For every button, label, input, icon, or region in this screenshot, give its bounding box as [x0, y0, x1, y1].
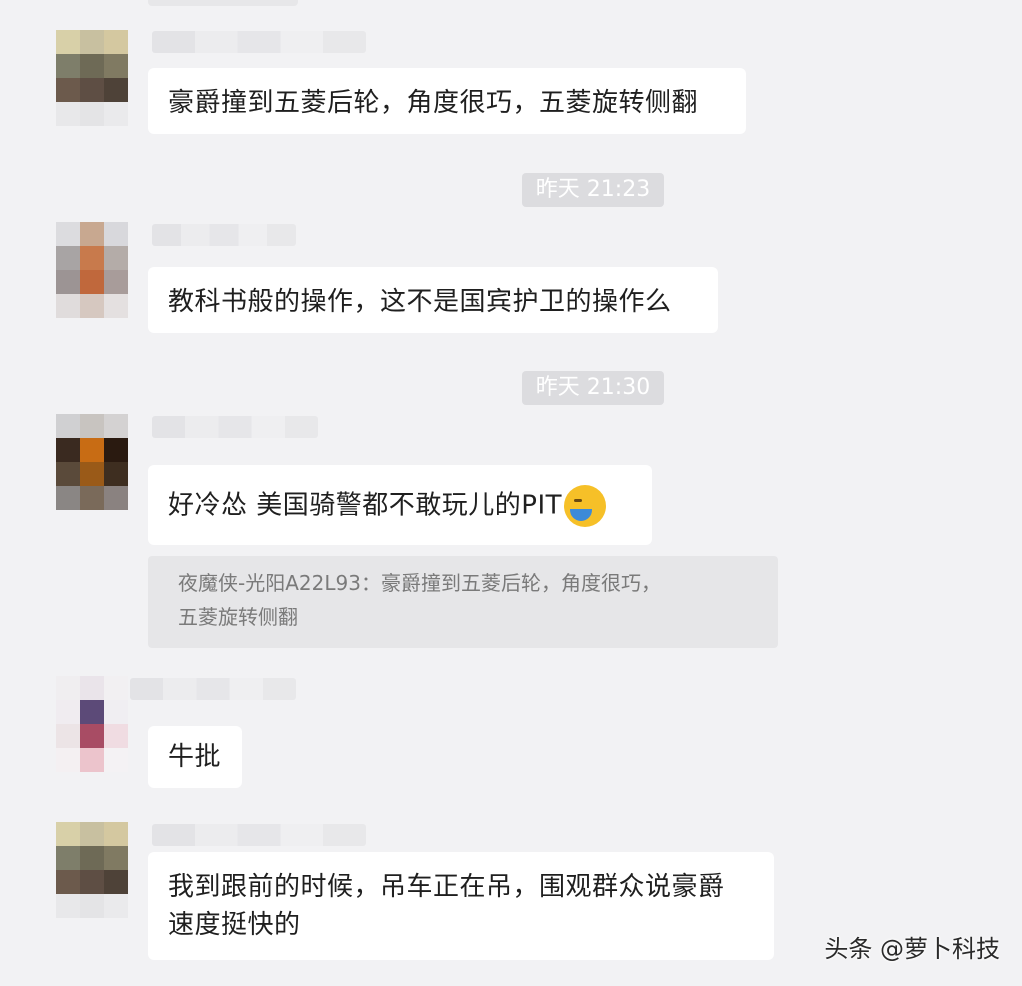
avatar[interactable]	[56, 822, 128, 918]
avatar[interactable]	[56, 414, 128, 510]
quote-line: 夜魔侠-光阳A22L93：豪爵撞到五菱后轮，角度很巧，	[178, 571, 661, 595]
message-bubble[interactable]: 教科书般的操作，这不是国宾护卫的操作么	[148, 267, 718, 333]
sender-name	[152, 824, 366, 846]
crying-laughing-emoji-icon	[564, 485, 606, 527]
quoted-message[interactable]: 夜魔侠-光阳A22L93：豪爵撞到五菱后轮，角度很巧， 五菱旋转侧翻	[148, 556, 778, 648]
avatar[interactable]	[56, 30, 128, 126]
watermark: 头条 @萝卜科技	[824, 935, 1000, 963]
quote-line: 五菱旋转侧翻	[178, 605, 298, 629]
message-text: 好冷怂 美国骑警都不敢玩儿的PIT	[168, 490, 562, 521]
message-text: 我到跟前的时候，吊车正在吊，围观群众说豪爵	[168, 872, 725, 902]
timestamp: 昨天 21:30	[522, 371, 664, 405]
avatar[interactable]	[56, 222, 128, 318]
timestamp: 昨天 21:23	[522, 173, 664, 207]
message-bubble[interactable]: 我到跟前的时候，吊车正在吊，围观群众说豪爵 速度挺快的	[148, 852, 774, 960]
sender-name	[130, 678, 296, 700]
message-bubble[interactable]: 好冷怂 美国骑警都不敢玩儿的PIT	[148, 465, 652, 545]
sender-name	[152, 31, 366, 53]
message-text: 豪爵撞到五菱后轮，角度很巧，五菱旋转侧翻	[168, 88, 699, 118]
cropped-bubble-edge	[148, 0, 298, 6]
sender-name	[152, 416, 318, 438]
sender-name	[152, 224, 296, 246]
message-text: 牛批	[168, 742, 222, 772]
message-bubble[interactable]: 豪爵撞到五菱后轮，角度很巧，五菱旋转侧翻	[148, 68, 746, 134]
message-text: 教科书般的操作，这不是国宾护卫的操作么	[168, 287, 672, 317]
message-text: 速度挺快的	[168, 910, 301, 940]
avatar[interactable]	[56, 676, 128, 772]
message-bubble[interactable]: 牛批	[148, 726, 242, 788]
